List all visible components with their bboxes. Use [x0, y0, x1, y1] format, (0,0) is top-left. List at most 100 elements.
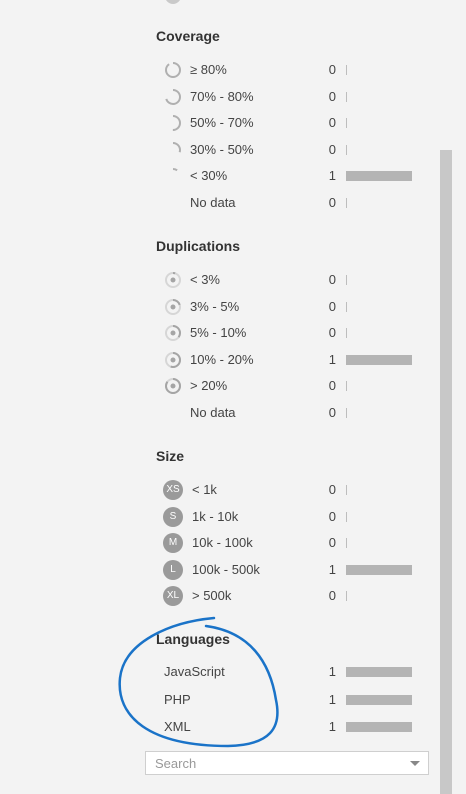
facet-item-bar [346, 591, 347, 601]
facet-item-label: < 1k [192, 482, 217, 497]
facet-item-label: 70% - 80% [190, 88, 254, 104]
languages-facet-item[interactable]: XML 1 [0, 715, 466, 739]
facet-item-count: 0 [328, 62, 336, 77]
coverage-facet-item[interactable]: No data 0 [0, 191, 466, 215]
facet-item-count: 1 [328, 168, 336, 184]
facet-item-label: PHP [164, 691, 191, 707]
coverage-facet-item[interactable]: 30% - 50% 0 [0, 138, 466, 162]
coverage-70-icon [163, 87, 183, 107]
facet-item-bar [346, 198, 347, 208]
facet-item-count: 1 [328, 719, 336, 734]
facet-item-bar [346, 171, 412, 182]
facet-item-label: 100k - 500k [192, 561, 260, 577]
facet-item-label: > 500k [192, 588, 232, 603]
facet-item-bar [346, 144, 347, 155]
facet-item-bar [346, 354, 412, 365]
language-search[interactable] [145, 751, 429, 775]
languages-facet-item[interactable]: JavaScript 1 [0, 660, 466, 684]
duplications-title: Duplications [156, 238, 241, 254]
facet-item-label: 5% - 10% [190, 325, 247, 340]
facet-item-count: 1 [328, 351, 336, 367]
languages-title: Languages [156, 631, 230, 647]
size-facet-item[interactable]: L 100k - 500k 1 [0, 558, 466, 582]
facet-item-bar [346, 485, 347, 495]
facet-item-label: XML [164, 719, 191, 734]
size-badge-icon: S [163, 506, 183, 527]
facet-item-bar [346, 65, 347, 75]
facet-item-count: 0 [328, 508, 336, 524]
coverage-facet-item[interactable]: < 30% 1 [0, 164, 466, 188]
facet-item-count: 0 [328, 195, 336, 210]
coverage-title: Coverage [156, 28, 220, 44]
facet-item-label: No data [190, 195, 236, 210]
facet-item-label: < 30% [190, 168, 228, 184]
facet-item-bar [346, 381, 347, 391]
facet-item-bar [346, 694, 412, 705]
facet-item-label: 10% - 20% [190, 351, 254, 367]
duplications-facet-item[interactable]: > 20% 0 [0, 374, 466, 398]
duplications-facet-item[interactable]: 10% - 20% 1 [0, 348, 466, 372]
facet-item-label: < 3% [190, 272, 220, 287]
coverage-low-icon [163, 166, 183, 186]
duplications-facet-item[interactable]: No data 0 [0, 401, 466, 425]
facet-item-count: 0 [328, 272, 336, 287]
facet-item-count: 0 [328, 298, 336, 314]
size-facet-item[interactable]: XS < 1k 0 [0, 478, 466, 502]
facet-item-bar [346, 275, 347, 285]
size-badge-icon: M [163, 533, 183, 553]
facet-item-bar [346, 407, 347, 418]
facet-item-count: 0 [328, 482, 336, 497]
facet-item-label: 30% - 50% [190, 141, 254, 157]
facet-item-bar [346, 328, 347, 338]
size-badge-icon: XL [163, 586, 183, 606]
facet-item-bar [346, 564, 412, 575]
facet-item-bar [346, 722, 412, 732]
coverage-30-icon [163, 140, 183, 160]
facet-item-count: 0 [328, 378, 336, 393]
facet-item-count: 1 [328, 691, 336, 707]
duplication-high-icon [163, 376, 183, 396]
facet-item-bar [346, 301, 347, 312]
facet-item-count: 1 [328, 561, 336, 577]
facet-item-count: 0 [328, 404, 336, 420]
facet-item-label: > 20% [190, 378, 228, 393]
size-facet-item[interactable]: S 1k - 10k 0 [0, 505, 466, 529]
facet-item-count: 0 [328, 141, 336, 157]
coverage-facet-item[interactable]: 50% - 70% 0 [0, 111, 466, 135]
duplication-3-icon [163, 270, 183, 290]
facet-item-bar [346, 511, 347, 522]
facet-item-bar [346, 91, 347, 102]
chevron-down-icon[interactable] [410, 761, 420, 766]
facet-item-bar [346, 538, 347, 548]
duplications-facet-item[interactable]: 3% - 5% 0 [0, 295, 466, 319]
facet-item-label: ≥ 80% [190, 62, 227, 77]
facet-item-count: 0 [328, 88, 336, 104]
size-facet-item[interactable]: XL > 500k 0 [0, 584, 466, 608]
duplications-facet-item[interactable]: 5% - 10% 0 [0, 321, 466, 345]
facet-item-bar [346, 667, 412, 677]
languages-facet-item[interactable]: PHP 1 [0, 688, 466, 712]
facet-item-label: No data [190, 404, 236, 420]
coverage-facet-item[interactable]: ≥ 80% 0 [0, 58, 466, 82]
facet-item-count: 0 [328, 588, 336, 603]
facet-item-count: 0 [328, 115, 336, 131]
duplication-10-icon [163, 323, 183, 343]
facet-item-label: 3% - 5% [190, 298, 240, 314]
coverage-facet-item[interactable]: 70% - 80% 0 [0, 85, 466, 109]
coverage-facet: Coverage ≥ 80% 0 70% - 80% 0 50% - 70% 0 30% -… [0, 0, 466, 225]
facet-item-count: 1 [328, 664, 336, 679]
size-facet-item[interactable]: M 10k - 100k 0 [0, 531, 466, 555]
size-title: Size [156, 448, 185, 464]
size-badge-icon: XS [163, 480, 183, 500]
duplication-5-icon [163, 297, 183, 317]
coverage-80-icon [163, 60, 183, 80]
language-search-input[interactable] [146, 752, 405, 774]
facet-item-count: 0 [328, 325, 336, 340]
facet-item-label: JavaScript [164, 664, 225, 679]
facet-item-bar [346, 118, 347, 129]
coverage-50-icon [163, 113, 183, 133]
facet-item-count: 0 [328, 535, 336, 550]
duplications-facet-item[interactable]: < 3% 0 [0, 268, 466, 292]
facet-item-label: 50% - 70% [190, 115, 254, 131]
duplication-20-icon [163, 350, 183, 370]
